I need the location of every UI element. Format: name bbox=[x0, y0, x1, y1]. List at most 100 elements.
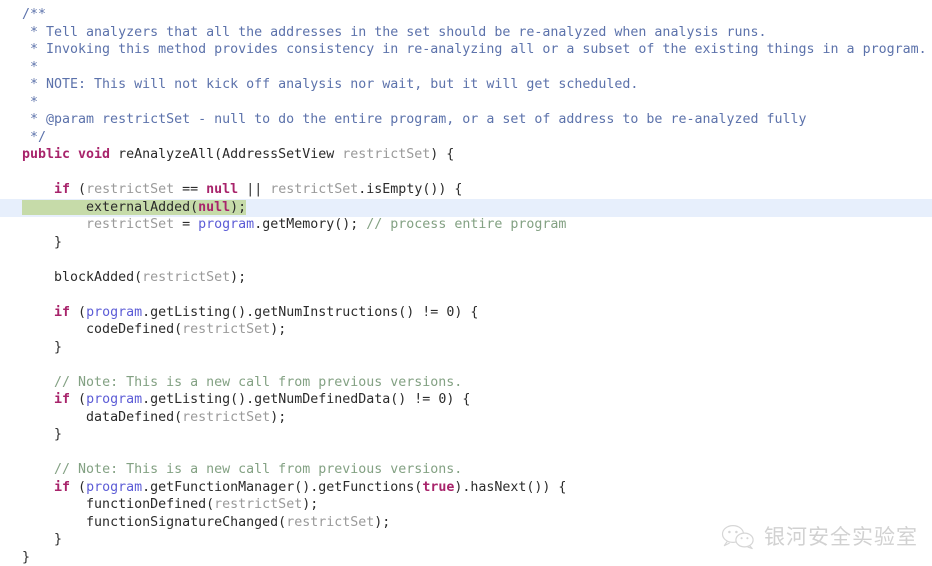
token-cmt-line: // process entire program bbox=[366, 217, 566, 232]
code-text: /** bbox=[22, 7, 46, 22]
token-ident: dataDefined( bbox=[86, 410, 182, 425]
token-cmt-doc: * @param restrictSet - null to do the en… bbox=[22, 112, 807, 127]
token-field: program bbox=[86, 480, 142, 495]
code-text: // Note: This is a new call from previou… bbox=[22, 375, 462, 390]
code-line[interactable]: * bbox=[0, 94, 932, 112]
token-cmt-doc: * Invoking this method provides consiste… bbox=[22, 42, 927, 57]
token-punc: } bbox=[54, 235, 62, 250]
code-text: * bbox=[22, 95, 38, 110]
token-punc: } bbox=[54, 340, 62, 355]
code-line[interactable]: * @param restrictSet - null to do the en… bbox=[0, 111, 932, 129]
token-punc: ) { bbox=[446, 392, 470, 407]
token-ident: .getListing().getNumInstructions() != bbox=[142, 305, 446, 320]
code-text: * Tell analyzers that all the addresses … bbox=[22, 25, 767, 40]
token-ident: ).hasNext()) { bbox=[454, 480, 566, 495]
token-ident: functionDefined( bbox=[86, 497, 214, 512]
code-line[interactable] bbox=[0, 164, 932, 182]
code-line[interactable]: externalAdded(null); bbox=[0, 199, 932, 217]
token-cmt-doc: * bbox=[22, 60, 38, 75]
code-line[interactable]: if (program.getListing().getNumDefinedDa… bbox=[0, 391, 932, 409]
token-param: restrictSet bbox=[214, 497, 302, 512]
token-ident: .isEmpty()) { bbox=[358, 182, 462, 197]
token-ident: .getListing().getNumDefinedData() != bbox=[142, 392, 438, 407]
token-kw: if bbox=[54, 480, 70, 495]
code-line[interactable]: codeDefined(restrictSet); bbox=[0, 321, 932, 339]
code-line[interactable]: } bbox=[0, 339, 932, 357]
token-field: program bbox=[198, 217, 254, 232]
code-line[interactable]: if (restrictSet == null || restrictSet.i… bbox=[0, 181, 932, 199]
token-punc: } bbox=[54, 532, 62, 547]
code-line[interactable]: if (program.getListing().getNumInstructi… bbox=[0, 304, 932, 322]
code-line[interactable]: dataDefined(restrictSet); bbox=[0, 409, 932, 427]
code-line[interactable]: functionSignatureChanged(restrictSet); bbox=[0, 514, 932, 532]
code-editor[interactable]: /** * Tell analyzers that all the addres… bbox=[0, 0, 932, 558]
code-line[interactable]: // Note: This is a new call from previou… bbox=[0, 461, 932, 479]
code-text: } bbox=[22, 550, 30, 565]
token-cmt-doc: * NOTE: This will not kick off analysis … bbox=[22, 77, 638, 92]
code-line[interactable]: */ bbox=[0, 129, 932, 147]
token-ident: blockAdded( bbox=[54, 270, 142, 285]
code-line[interactable]: } bbox=[0, 426, 932, 444]
code-text: * NOTE: This will not kick off analysis … bbox=[22, 77, 638, 92]
token-ident: .getFunctionManager().getFunctions( bbox=[142, 480, 422, 495]
token-param: restrictSet bbox=[142, 270, 230, 285]
token-punc: ); bbox=[230, 270, 246, 285]
token-punc: = bbox=[174, 217, 198, 232]
token-punc: ( bbox=[70, 305, 86, 320]
source-code[interactable]: /** * Tell analyzers that all the addres… bbox=[0, 0, 932, 566]
code-line[interactable] bbox=[0, 251, 932, 269]
token-kw: if bbox=[54, 392, 70, 407]
token-punc: ); bbox=[230, 200, 246, 215]
code-line[interactable]: } bbox=[0, 234, 932, 252]
code-line[interactable]: functionDefined(restrictSet); bbox=[0, 496, 932, 514]
code-line[interactable]: * NOTE: This will not kick off analysis … bbox=[0, 76, 932, 94]
code-text: if (program.getFunctionManager().getFunc… bbox=[22, 480, 566, 495]
code-text: * bbox=[22, 60, 38, 75]
token-param: restrictSet bbox=[342, 147, 430, 162]
code-line[interactable]: if (program.getFunctionManager().getFunc… bbox=[0, 479, 932, 497]
code-line[interactable] bbox=[0, 356, 932, 374]
code-line[interactable]: public void reAnalyzeAll(AddressSetView … bbox=[0, 146, 932, 164]
token-punc: ( bbox=[70, 182, 86, 197]
code-line[interactable]: } bbox=[0, 549, 932, 566]
code-line[interactable]: /** bbox=[0, 6, 932, 24]
token-ident: reAnalyzeAll(AddressSetView bbox=[110, 147, 342, 162]
selected-code: externalAdded(null); bbox=[22, 200, 246, 215]
token-punc: ); bbox=[270, 322, 286, 337]
token-ident: codeDefined( bbox=[86, 322, 182, 337]
token-cmt-doc: /** bbox=[22, 7, 46, 22]
token-kw: if bbox=[54, 305, 70, 320]
code-text: * @param restrictSet - null to do the en… bbox=[22, 112, 807, 127]
token-cmt-doc: */ bbox=[22, 130, 46, 145]
code-line[interactable]: } bbox=[0, 531, 932, 549]
code-text: } bbox=[22, 235, 62, 250]
token-punc: || bbox=[238, 182, 270, 197]
code-text: * Invoking this method provides consiste… bbox=[22, 42, 927, 57]
token-punc: ( bbox=[70, 392, 86, 407]
token-punc: ); bbox=[374, 515, 390, 530]
token-ident: .getMemory(); bbox=[254, 217, 366, 232]
code-text: } bbox=[22, 532, 62, 547]
code-line[interactable]: * Tell analyzers that all the addresses … bbox=[0, 24, 932, 42]
token-punc: ( bbox=[70, 480, 86, 495]
code-line[interactable]: // Note: This is a new call from previou… bbox=[0, 374, 932, 392]
token-punc: ) { bbox=[430, 147, 454, 162]
token-param: restrictSet bbox=[286, 515, 374, 530]
code-line[interactable]: * bbox=[0, 59, 932, 77]
code-line[interactable] bbox=[0, 444, 932, 462]
code-line[interactable]: * Invoking this method provides consiste… bbox=[0, 41, 932, 59]
code-line[interactable]: blockAdded(restrictSet); bbox=[0, 269, 932, 287]
token-punc: ); bbox=[270, 410, 286, 425]
code-text: restrictSet = program.getMemory(); // pr… bbox=[22, 217, 566, 232]
code-text: functionSignatureChanged(restrictSet); bbox=[22, 515, 390, 530]
code-text: functionDefined(restrictSet); bbox=[22, 497, 318, 512]
token-param: restrictSet bbox=[86, 182, 174, 197]
token-param: restrictSet bbox=[270, 182, 358, 197]
code-line[interactable]: restrictSet = program.getMemory(); // pr… bbox=[0, 216, 932, 234]
code-text: } bbox=[22, 427, 62, 442]
code-text: if (restrictSet == null || restrictSet.i… bbox=[22, 182, 462, 197]
token-punc: } bbox=[54, 427, 62, 442]
code-text: } bbox=[22, 340, 62, 355]
token-kw: if bbox=[54, 182, 70, 197]
code-line[interactable] bbox=[0, 286, 932, 304]
